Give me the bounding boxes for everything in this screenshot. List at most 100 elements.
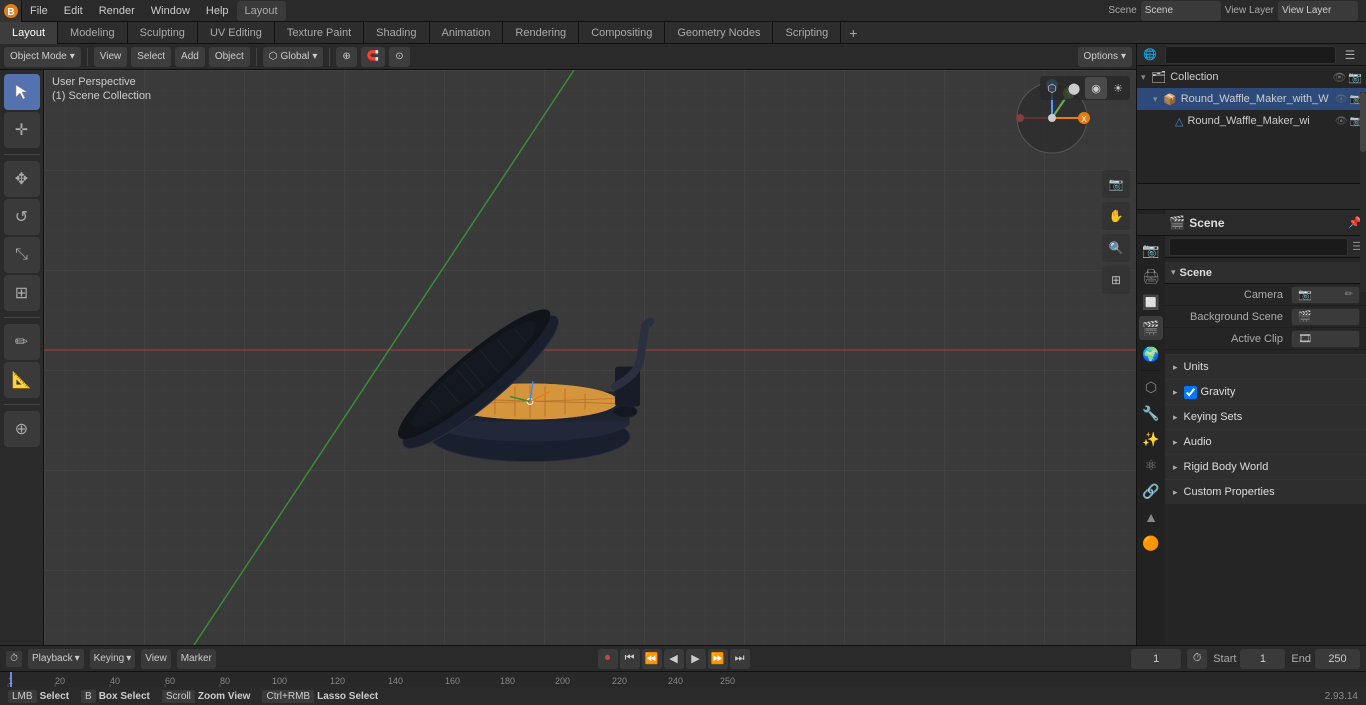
units-header[interactable]: ▸ Units: [1165, 355, 1366, 379]
menu-edit[interactable]: Edit: [56, 0, 91, 22]
record-btn[interactable]: ⏺: [598, 649, 618, 669]
material-mode-btn[interactable]: ◉: [1085, 77, 1107, 99]
tab-sculpting[interactable]: Sculpting: [128, 22, 198, 44]
props-icon-modifier[interactable]: 🔧: [1139, 401, 1163, 425]
tool-move[interactable]: ✥: [4, 161, 40, 197]
tab-uv-editing[interactable]: UV Editing: [198, 22, 275, 44]
current-frame-field[interactable]: 1: [1131, 649, 1181, 669]
tab-geometry-nodes[interactable]: Geometry Nodes: [665, 22, 773, 44]
keying-dropdown[interactable]: Keying ▾: [90, 649, 136, 669]
wireframe-mode-btn[interactable]: ⬡: [1041, 77, 1063, 99]
tool-cursor[interactable]: ✛: [4, 112, 40, 148]
start-value[interactable]: 1: [1240, 649, 1285, 669]
play-btn[interactable]: ▶: [686, 649, 706, 669]
end-value[interactable]: 250: [1315, 649, 1360, 669]
eye-1[interactable]: 👁: [1335, 94, 1348, 105]
3d-viewport[interactable]: User Perspective (1) Scene Collection X …: [44, 70, 1136, 645]
gravity-checkbox[interactable]: [1184, 386, 1197, 399]
rigid-body-header[interactable]: ▸ Rigid Body World: [1165, 455, 1366, 479]
tab-scripting[interactable]: Scripting: [773, 22, 841, 44]
tab-layout[interactable]: Layout: [0, 22, 58, 44]
props-icon-particles[interactable]: ✨: [1139, 427, 1163, 451]
props-icon-object[interactable]: ⬡: [1139, 375, 1163, 399]
tab-animation[interactable]: Animation: [430, 22, 504, 44]
props-icon-constraints[interactable]: 🔗: [1139, 479, 1163, 503]
props-icon-view-layer[interactable]: 🔲: [1139, 290, 1163, 314]
jump-start-btn[interactable]: ⏮: [620, 649, 640, 669]
props-icon-render[interactable]: 📷: [1139, 238, 1163, 262]
camera-edit-btn[interactable]: ✏: [1345, 289, 1353, 300]
add-menu-btn[interactable]: Add: [175, 47, 205, 67]
tool-add[interactable]: ⊕: [4, 411, 40, 447]
status-bar: LMB Select B Box Select Scroll Zoom View…: [0, 687, 1366, 705]
background-scene-field[interactable]: 🎬: [1291, 308, 1360, 326]
menu-render[interactable]: Render: [91, 0, 143, 22]
custom-props-header[interactable]: ▸ Custom Properties: [1165, 480, 1366, 504]
gravity-header[interactable]: ▸ Gravity: [1165, 380, 1366, 404]
snap-btn[interactable]: 🧲: [361, 47, 385, 67]
object-mode-btn[interactable]: Object Mode ▾: [4, 47, 81, 67]
options-btn[interactable]: Options ▾: [1078, 47, 1133, 67]
view-dropdown[interactable]: View: [141, 649, 171, 669]
viewport-camera-btn[interactable]: 📷: [1102, 170, 1130, 198]
props-icon-material[interactable]: 🟠: [1139, 531, 1163, 555]
viewport-zoom-btn[interactable]: 🔍: [1102, 234, 1130, 262]
props-icon-data[interactable]: ▲: [1139, 505, 1163, 529]
tool-annotate[interactable]: ✏: [4, 324, 40, 360]
props-scrollbar[interactable]: [1360, 210, 1366, 292]
tool-select[interactable]: [4, 74, 40, 110]
solid-mode-btn[interactable]: ⬤: [1063, 77, 1085, 99]
marker-dropdown[interactable]: Marker: [177, 649, 216, 669]
object-menu-btn[interactable]: Object: [209, 47, 250, 67]
add-workspace-button[interactable]: +: [841, 25, 865, 41]
camera-field[interactable]: 📷 ✏: [1291, 286, 1360, 304]
select-menu-btn[interactable]: Select: [131, 47, 171, 67]
tab-texture-paint[interactable]: Texture Paint: [275, 22, 364, 44]
audio-header[interactable]: ▸ Audio: [1165, 430, 1366, 454]
props-icon-output[interactable]: 🖨: [1139, 264, 1163, 288]
menu-window[interactable]: Window: [143, 0, 198, 22]
play-back-btn[interactable]: ◀: [664, 649, 684, 669]
viewport-grid-btn[interactable]: ⊞: [1102, 266, 1130, 294]
viewport-overlay-btns: 📷 ✋ 🔍 ⊞: [1102, 170, 1130, 294]
scene-collection-item[interactable]: ▾ 🗂 Collection 👁 📷: [1137, 66, 1366, 88]
active-clip-field[interactable]: 🎞: [1291, 330, 1360, 348]
keying-sets-header[interactable]: ▸ Keying Sets: [1165, 405, 1366, 429]
props-icon-world[interactable]: 🌍: [1139, 342, 1163, 366]
time-clock-btn[interactable]: ⏱: [1187, 649, 1207, 669]
tool-rotate[interactable]: ↺: [4, 199, 40, 235]
menu-file[interactable]: File: [22, 0, 56, 22]
eye-icon[interactable]: 👁: [1332, 71, 1346, 84]
transform-space-btn[interactable]: ⬡ Global ▾: [263, 47, 324, 67]
view-menu-btn[interactable]: View: [94, 47, 128, 67]
menu-help[interactable]: Help: [198, 0, 237, 22]
playback-dropdown[interactable]: Playback ▾: [28, 649, 84, 669]
tab-modeling[interactable]: Modeling: [58, 22, 128, 44]
outliner-item-mesh[interactable]: △ Round_Waffle_Maker_wi 👁 📷: [1137, 110, 1366, 132]
pivot-btn[interactable]: ⊕: [336, 47, 356, 67]
viewport-hand-btn[interactable]: ✋: [1102, 202, 1130, 230]
outliner-item-waffle[interactable]: ▾ 📦 Round_Waffle_Maker_with_W 👁 📷: [1137, 88, 1366, 110]
jump-end-btn[interactable]: ⏭: [730, 649, 750, 669]
props-search-input[interactable]: [1169, 238, 1348, 256]
step-back-btn[interactable]: ⏪: [642, 649, 662, 669]
tool-transform[interactable]: ⊞: [4, 275, 40, 311]
props-icon-physics[interactable]: ⚛: [1139, 453, 1163, 477]
render-icon[interactable]: 📷: [1348, 71, 1362, 84]
tool-scale[interactable]: ⤡: [4, 237, 40, 273]
scene-section-header[interactable]: ▾ Scene: [1165, 262, 1366, 284]
tab-rendering[interactable]: Rendering: [503, 22, 579, 44]
step-fwd-btn[interactable]: ⏩: [708, 649, 728, 669]
outliner-search[interactable]: [1165, 46, 1336, 64]
scene-name-field[interactable]: Scene: [1141, 1, 1221, 21]
timeline-icon[interactable]: ⏱: [6, 651, 22, 667]
outliner-filter-btn[interactable]: ☰: [1340, 45, 1360, 65]
rendered-mode-btn[interactable]: ☀: [1107, 77, 1129, 99]
tool-measure[interactable]: 📐: [4, 362, 40, 398]
eye-2[interactable]: 👁: [1335, 116, 1348, 127]
view-layer-field[interactable]: View Layer: [1278, 1, 1358, 21]
tab-shading[interactable]: Shading: [364, 22, 429, 44]
tab-compositing[interactable]: Compositing: [579, 22, 665, 44]
props-icon-scene[interactable]: 🎬: [1139, 316, 1163, 340]
proportional-btn[interactable]: ⊙: [389, 47, 409, 67]
